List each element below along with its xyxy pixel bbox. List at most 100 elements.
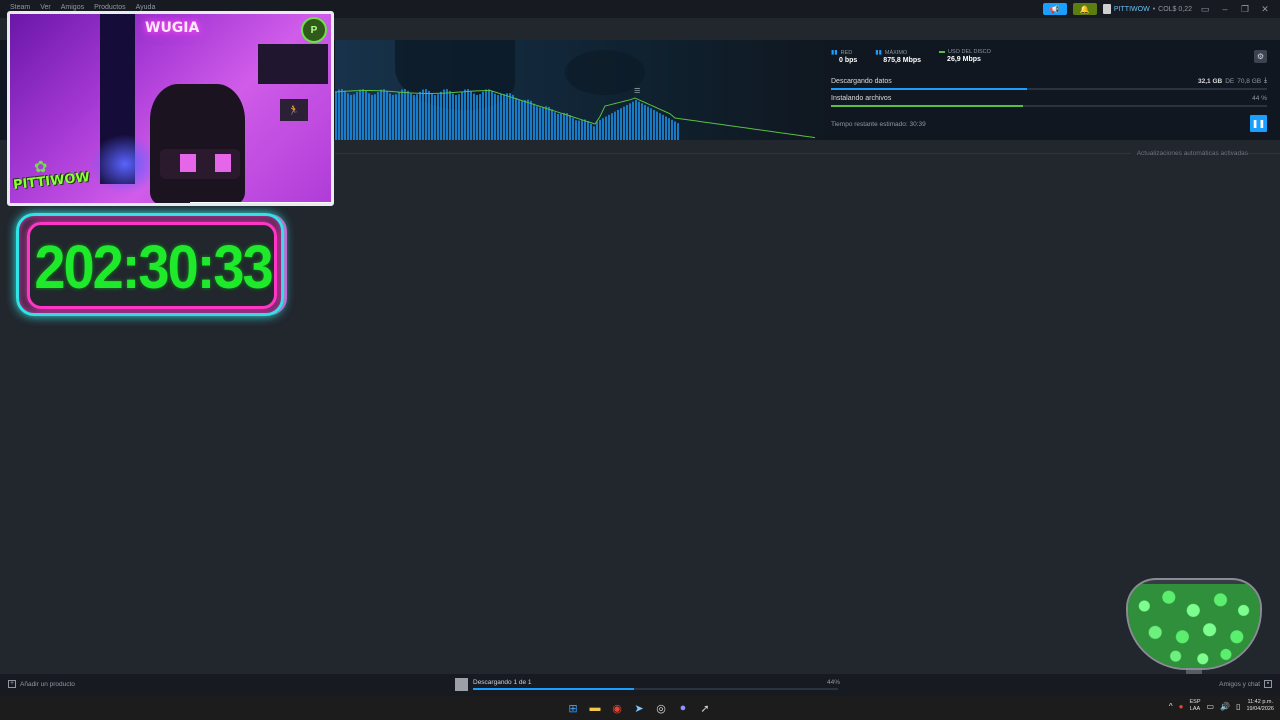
graph-bar	[596, 121, 598, 140]
neon-sign: WUGIA	[145, 20, 200, 36]
file-explorer-icon[interactable]: ▬	[586, 699, 604, 717]
system-tray: ^ ● ESP LAA ▭ 🔊 ▯ 11:42 p.m. 19/04/2026	[1169, 699, 1274, 713]
graph-bar	[557, 113, 559, 140]
download-amount: 32,1 GB	[1198, 77, 1223, 85]
telegram-icon[interactable]: ➤	[630, 699, 648, 717]
graph-bar	[437, 94, 439, 140]
graph-bar	[452, 93, 454, 140]
account-menu[interactable]: PITTIWOW • COL$ 0,22	[1102, 4, 1192, 14]
battery-icon[interactable]: ▯	[1236, 702, 1240, 711]
add-product-label: Añadir un producto	[20, 680, 75, 688]
graph-bar	[386, 90, 388, 140]
stat-network-value: 0 bps	[839, 57, 858, 64]
graph-bar	[353, 94, 355, 140]
discord-icon[interactable]: ●	[674, 699, 692, 717]
graph-bar	[461, 91, 463, 140]
graph-bar	[644, 104, 646, 140]
language-indicator[interactable]: ESP LAA	[1190, 699, 1201, 713]
graph-bar	[614, 111, 616, 140]
graph-bar	[542, 106, 544, 140]
graph-bar	[374, 94, 376, 140]
notifications-button[interactable]: 🔔	[1072, 3, 1097, 15]
big-picture-icon[interactable]: ▭	[1198, 4, 1212, 15]
cam-frame	[258, 44, 328, 84]
stat-network-label: RED	[840, 49, 853, 56]
graph-bar	[449, 90, 451, 140]
obs-icon[interactable]: ◎	[652, 699, 670, 717]
menu-help[interactable]: Ayuda	[136, 4, 156, 11]
graph-bar	[389, 93, 391, 140]
bandwidth-graph	[335, 89, 816, 140]
bowl-glass	[1126, 578, 1262, 670]
graph-bar	[350, 94, 352, 140]
clock-date: 19/04/2026	[1246, 706, 1274, 712]
graph-bar	[632, 101, 634, 140]
graph-bar	[509, 93, 511, 140]
install-label: Instalando archivos	[831, 95, 892, 102]
graph-bar	[572, 118, 574, 140]
graph-bar	[524, 100, 526, 140]
menu-view[interactable]: Ver	[40, 4, 51, 11]
channel-logo: PITTIWOW	[12, 170, 91, 193]
graph-bar	[494, 93, 496, 140]
graph-bar	[608, 114, 610, 140]
settings-button[interactable]: ⚙	[1254, 50, 1267, 63]
clock[interactable]: 11:42 p.m. 19/04/2026	[1246, 699, 1274, 713]
top-right-controls: 📢 🔔 PITTIWOW • COL$ 0,22 ▭ – ❐ ✕	[1042, 3, 1272, 15]
graph-bar	[455, 94, 457, 140]
game-thumbnail	[455, 678, 468, 691]
graph-bar	[410, 93, 412, 140]
friends-chat-button[interactable]: Amigos y chat ▪	[1219, 680, 1272, 688]
graph-bar	[500, 93, 502, 140]
graph-bar	[662, 114, 664, 140]
graph-bar	[491, 91, 493, 140]
stat-peak-value: 875,8 Mbps	[883, 57, 922, 64]
steam-icon[interactable]: ➚	[696, 699, 714, 717]
graph-bar	[392, 94, 394, 140]
windows-start-icon[interactable]: ⊞	[564, 699, 582, 717]
graph-bar	[458, 94, 460, 140]
graph-bar	[362, 89, 364, 140]
chevron-up-icon[interactable]: ^	[1169, 702, 1173, 711]
graph-bar	[659, 113, 661, 140]
minimize-icon[interactable]: –	[1218, 4, 1232, 14]
close-icon[interactable]: ✕	[1258, 4, 1272, 15]
maximize-icon[interactable]: ❐	[1238, 4, 1252, 15]
graph-bar	[419, 91, 421, 140]
graph-bar	[605, 116, 607, 140]
graph-bar	[560, 113, 562, 140]
menu-steam[interactable]: Steam	[10, 4, 30, 11]
graph-bar	[539, 107, 541, 140]
hamburger-icon[interactable]: ≡	[634, 86, 640, 97]
pause-button[interactable]: ❚❚	[1250, 115, 1267, 132]
footer-download-status[interactable]: Descargando 1 de 1 44%	[455, 677, 840, 693]
download-size: 32,1 GB DE 70,8 GB ⤓	[1198, 77, 1267, 85]
graph-bar	[551, 109, 553, 140]
graph-bar	[518, 100, 520, 140]
leaf-logo-icon: P	[301, 17, 327, 43]
timer-value: 202:30:33	[34, 231, 273, 302]
graph-bar	[599, 119, 601, 140]
graph-bar	[434, 94, 436, 140]
graph-bar	[440, 91, 442, 140]
graph-bar	[575, 120, 577, 140]
chrome-icon[interactable]: ◉	[608, 699, 626, 717]
menu-products[interactable]: Productos	[94, 4, 126, 11]
graph-bar	[335, 92, 337, 140]
graph-bar	[407, 90, 409, 140]
windows-taskbar: ⊞ ▬ ◉ ➤ ◎ ● ➚ ^ ● ESP LAA ▭ 🔊 ▯ 11:42 p.…	[0, 696, 1280, 720]
graph-bar	[650, 108, 652, 140]
menu-friends[interactable]: Amigos	[61, 4, 84, 11]
graph-bar	[464, 89, 466, 140]
add-product-button[interactable]: + Añadir un producto	[8, 680, 75, 688]
wallet-balance: COL$ 0,22	[1158, 5, 1192, 13]
graph-bar	[356, 91, 358, 140]
footer-download-label: Descargando 1 de 1	[473, 679, 532, 686]
broadcast-button[interactable]: 📢	[1042, 3, 1067, 15]
monitor-icon[interactable]: ▭	[1207, 702, 1215, 711]
stat-network: ▮▮ RED 0 bps	[831, 49, 858, 65]
app-tray-icon[interactable]: ●	[1179, 702, 1184, 711]
graph-bar	[656, 111, 658, 140]
speaker-icon[interactable]: 🔊	[1220, 702, 1230, 711]
graph-bar	[533, 103, 535, 140]
